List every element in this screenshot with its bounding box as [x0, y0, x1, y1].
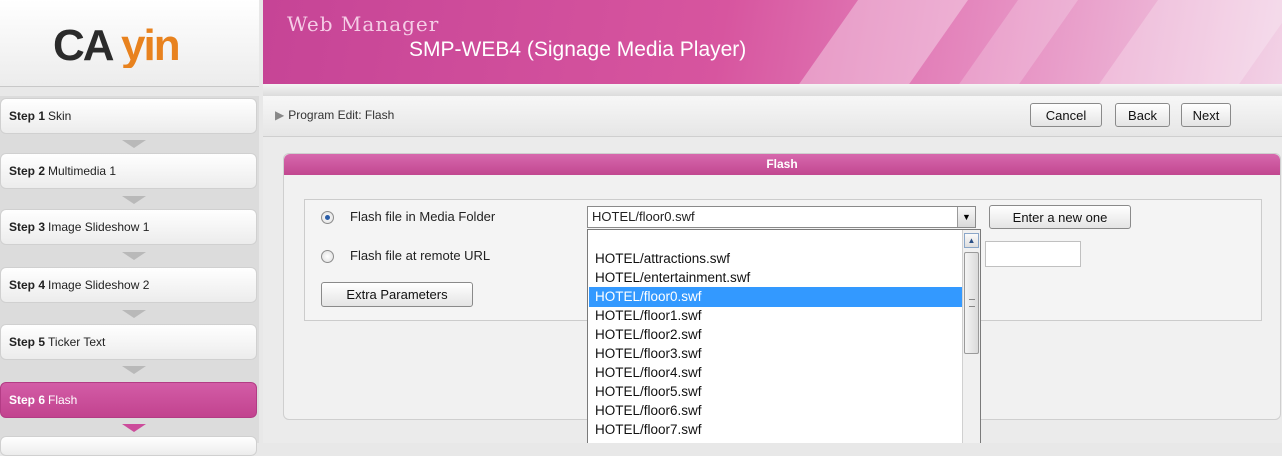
page-toolbar: ▶ Program Edit: Flash Cancel Back Next — [263, 96, 1282, 137]
dropdown-option[interactable]: HOTEL/floor3.swf — [589, 344, 962, 364]
flash-file-select[interactable]: HOTEL/floor0.swf ▼ — [587, 206, 976, 228]
dropdown-option[interactable]: HOTEL/floor7.swf — [589, 420, 962, 440]
step-number: Step 2 — [9, 164, 46, 178]
media-folder-radio[interactable] — [321, 211, 334, 224]
step-label: Flash — [48, 393, 78, 407]
svg-text:CA: CA — [53, 21, 114, 68]
cayin-logo: CA yin — [0, 0, 259, 87]
step-number: Step 1 — [9, 109, 46, 123]
page-title-text: Program Edit: Flash — [288, 108, 395, 122]
sidebar-step-5[interactable]: Step 5 Ticker Text — [0, 324, 257, 360]
step-label: Ticker Text — [48, 335, 106, 349]
remote-url-input[interactable] — [985, 241, 1081, 267]
step-arrow-icon — [122, 424, 146, 432]
dropdown-option[interactable]: HOTEL/floor4.swf — [589, 363, 962, 383]
chevron-down-icon[interactable]: ▼ — [957, 207, 975, 227]
app-name: Web Manager — [287, 12, 440, 36]
header-underbar — [263, 84, 1282, 96]
step-label: Image Slideshow 1 — [48, 220, 150, 234]
step-arrow-icon — [122, 196, 146, 204]
dropdown-option[interactable]: HOTEL/floor5.swf — [589, 382, 962, 402]
next-button[interactable]: Next — [1181, 103, 1231, 127]
product-name: SMP-WEB4 (Signage Media Player) — [409, 38, 747, 61]
step-arrow-icon — [122, 310, 146, 318]
sidebar-step-4[interactable]: Step 4 Image Slideshow 2 — [0, 267, 257, 303]
dropdown-option-highlighted[interactable]: HOTEL/floor0.swf — [589, 287, 962, 307]
dropdown-scrollbar[interactable]: ▲ — [962, 230, 980, 443]
step-number: Step 5 — [9, 335, 46, 349]
back-button[interactable]: Back — [1115, 103, 1170, 127]
page-title: ▶ Program Edit: Flash — [275, 108, 394, 122]
dropdown-option[interactable]: HOTEL/floor6.swf — [589, 401, 962, 421]
step-number: Step 3 — [9, 220, 46, 234]
step-number: Step 6 — [9, 393, 46, 407]
step-number: Step 4 — [9, 278, 46, 292]
remote-url-radio[interactable] — [321, 250, 334, 263]
step-label: Skin — [48, 109, 72, 123]
play-arrow-icon: ▶ — [275, 108, 285, 122]
svg-text:yin: yin — [121, 21, 179, 68]
scroll-up-icon[interactable]: ▲ — [964, 233, 979, 248]
grip-icon — [969, 299, 975, 307]
step-label: Multimedia 1 — [48, 164, 117, 178]
panel-heading: Flash — [284, 154, 1280, 175]
enter-new-button[interactable]: Enter a new one — [989, 205, 1131, 229]
sidebar-step-3[interactable]: Step 3 Image Slideshow 1 — [0, 209, 257, 245]
sidebar-step-6[interactable]: Step 6 Flash — [0, 382, 257, 418]
remote-url-label: Flash file at remote URL — [350, 248, 491, 263]
cancel-button[interactable]: Cancel — [1030, 103, 1102, 127]
cayin-logo-mark: CA yin — [53, 21, 181, 68]
scrollbar-thumb[interactable] — [964, 252, 979, 354]
dropdown-option[interactable]: HOTEL/entertainment.swf — [589, 268, 962, 288]
flash-file-dropdown-list[interactable]: HOTEL/attractions.swf HOTEL/entertainmen… — [587, 229, 981, 443]
step-arrow-icon — [122, 366, 146, 374]
wizard-sidebar: Step 1 Skin Step 2 Multimedia 1 Step 3 I… — [0, 96, 259, 456]
step-arrow-icon — [122, 140, 146, 148]
extra-parameters-button[interactable]: Extra Parameters — [321, 282, 473, 307]
sidebar-step-2[interactable]: Step 2 Multimedia 1 — [0, 153, 257, 189]
media-folder-label: Flash file in Media Folder — [350, 209, 496, 224]
dropdown-option[interactable]: HOTEL/attractions.swf — [589, 249, 962, 269]
sidebar-step-1[interactable]: Step 1 Skin — [0, 98, 257, 134]
selected-file-value: HOTEL/floor0.swf — [592, 209, 695, 224]
step-label: Image Slideshow 2 — [48, 278, 150, 292]
sidebar-step-next[interactable] — [0, 436, 257, 456]
step-arrow-icon — [122, 252, 146, 260]
dropdown-option[interactable]: HOTEL/floor1.swf — [589, 306, 962, 326]
dropdown-option[interactable]: HOTEL/floor2.swf — [589, 325, 962, 345]
header-banner: Web Manager SMP-WEB4 (Signage Media Play… — [263, 0, 1282, 84]
dropdown-option[interactable] — [589, 230, 962, 250]
